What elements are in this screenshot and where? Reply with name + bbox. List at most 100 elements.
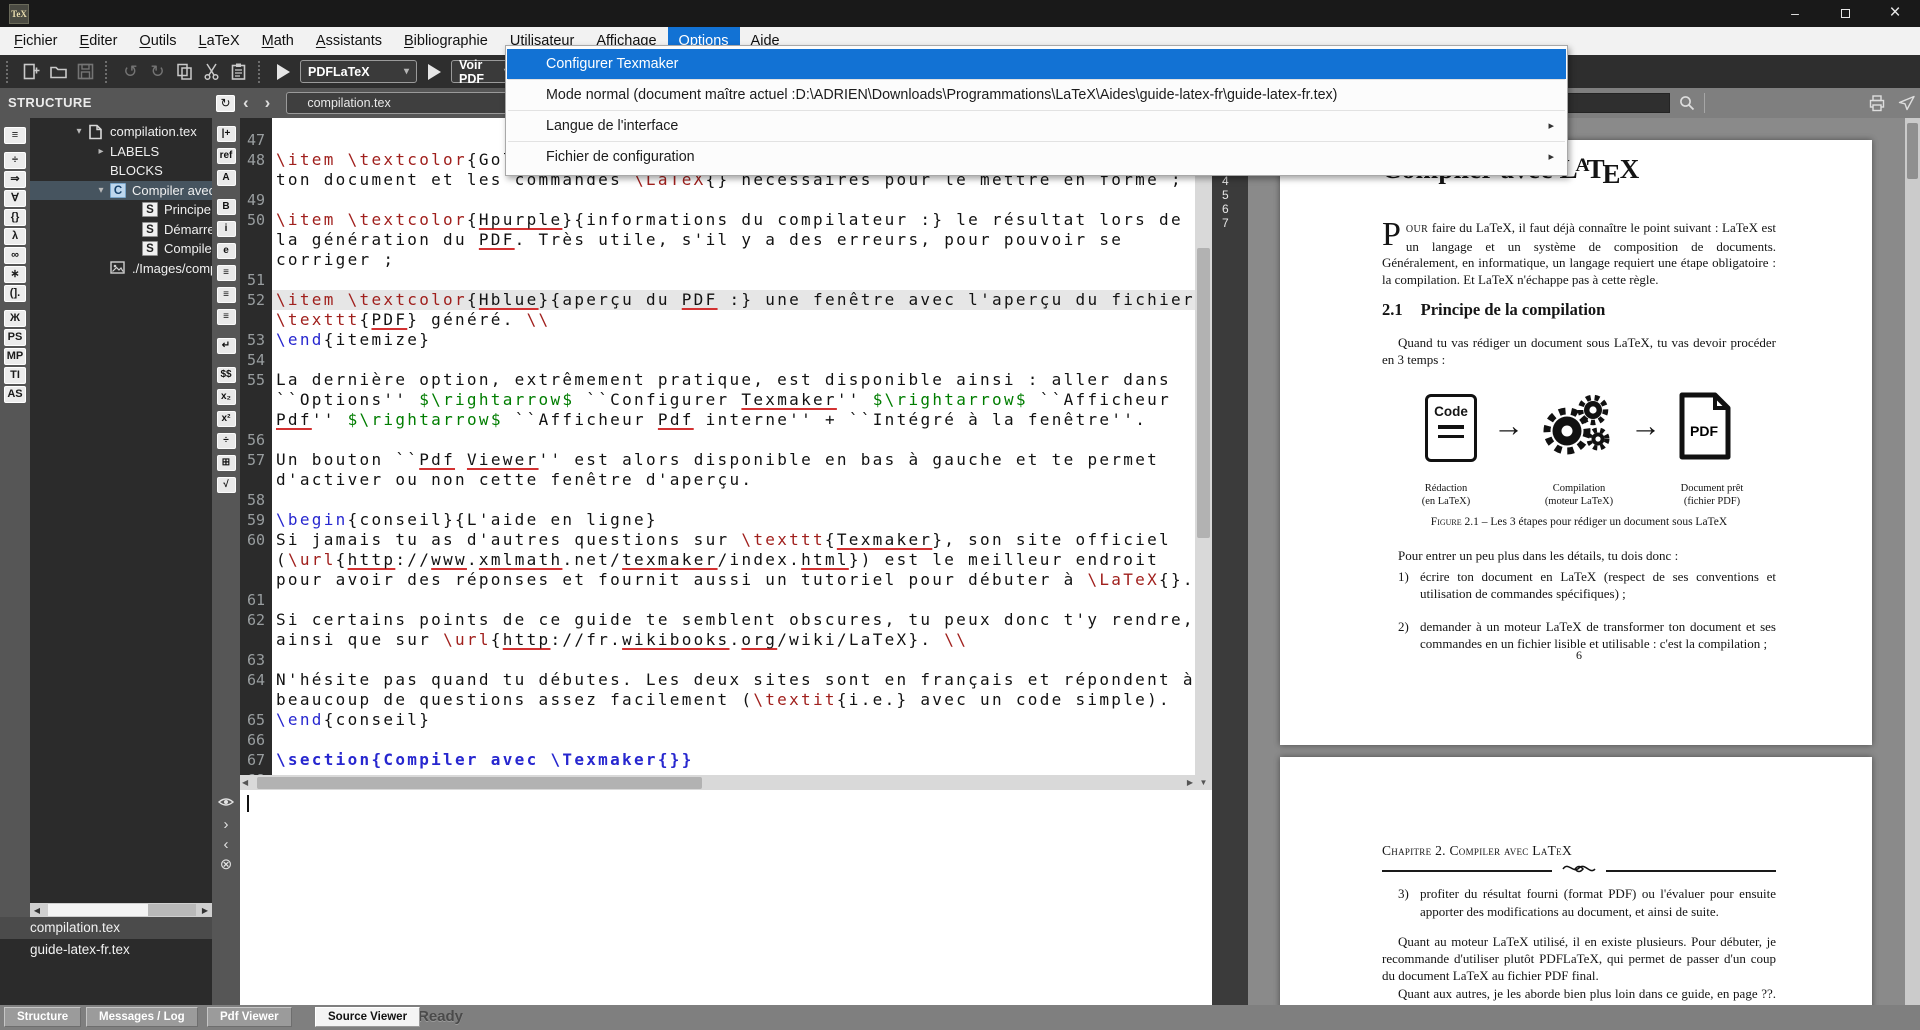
options-menu-item-0[interactable]: Configurer Texmaker — [507, 49, 1566, 79]
italic-icon[interactable]: i — [217, 221, 236, 237]
pstricks-icon[interactable]: PS — [4, 329, 26, 346]
cut-button[interactable] — [198, 59, 225, 85]
pdf-vscrollbar[interactable] — [1905, 118, 1920, 1005]
run-view-button[interactable] — [421, 60, 447, 84]
tree-item[interactable]: BLOCKS — [30, 161, 212, 181]
pdf-page-list-item[interactable]: 4 — [1222, 174, 1248, 188]
editor-vscrollbar[interactable]: ▲ ▼ — [1195, 118, 1212, 790]
font-size-icon[interactable]: A — [217, 170, 236, 186]
minimize-button[interactable]: – — [1770, 0, 1820, 27]
open-file-button[interactable] — [45, 59, 72, 85]
menubar-item-editer[interactable]: Editer — [69, 27, 129, 55]
pdf-page-list-item[interactable]: 6 — [1222, 202, 1248, 216]
scroll-right-icon[interactable]: ▶ — [198, 906, 212, 915]
scrollbar-thumb[interactable] — [1197, 248, 1210, 538]
pdf-page-list-item[interactable]: 5 — [1222, 188, 1248, 202]
tree-item[interactable]: SPrincipe de la — [30, 200, 212, 220]
run-compile-button[interactable] — [270, 60, 296, 84]
statusbar-source-viewer-button[interactable]: Source Viewer — [315, 1007, 420, 1027]
options-menu-item-3[interactable]: Fichier de configuration▸ — [507, 142, 1566, 172]
scroll-down-icon[interactable]: ▼ — [1195, 775, 1212, 790]
external-viewer-icon[interactable] — [1898, 94, 1916, 117]
expand-log-icon[interactable]: › — [224, 815, 229, 835]
metapost-icon[interactable]: MP — [4, 348, 26, 365]
close-log-icon[interactable]: ⊗ — [220, 855, 233, 875]
save-button[interactable] — [72, 59, 99, 85]
collapse-log-icon[interactable]: ‹ — [224, 835, 229, 855]
print-icon[interactable] — [1868, 94, 1886, 117]
new-document-button[interactable] — [18, 59, 45, 85]
open-file-item[interactable]: guide-latex-fr.tex — [0, 939, 212, 961]
tree-caret-icon[interactable]: ▾ — [70, 126, 88, 137]
tree-caret-icon[interactable]: ▸ — [92, 146, 110, 157]
menubar-item-fichier[interactable]: Fichier — [3, 27, 69, 55]
superscript-icon[interactable]: x² — [217, 411, 236, 427]
misc-symbols-icon[interactable]: ∀ — [4, 190, 26, 207]
align-left-icon[interactable]: ≡ — [217, 265, 236, 281]
arrow-symbols-icon[interactable]: ⇒ — [4, 171, 26, 188]
scroll-right-icon[interactable]: ▶ — [1187, 775, 1193, 790]
tree-item[interactable]: ▸LABELS — [30, 142, 212, 162]
asymptote-icon[interactable]: AS — [4, 386, 26, 403]
misc-math-icon[interactable]: ∞ — [4, 247, 26, 264]
tree-item[interactable]: ▾compilation.tex — [30, 122, 212, 142]
scroll-left-icon[interactable]: ◀ — [242, 775, 248, 790]
scroll-left-icon[interactable]: ◀ — [30, 906, 44, 915]
scrollbar-thumb[interactable] — [1907, 123, 1918, 179]
greek-letters-icon[interactable]: λ — [4, 228, 26, 245]
editor-hscrollbar[interactable]: ◀ ▶ — [240, 775, 1195, 790]
tree-item[interactable]: SCompiler ave — [30, 239, 212, 259]
pdf-page-list-item[interactable]: 7 — [1222, 216, 1248, 230]
redo-button[interactable]: ↻ — [144, 59, 171, 85]
undo-button[interactable]: ↺ — [117, 59, 144, 85]
inline-math-icon[interactable]: $$ — [217, 367, 236, 383]
emphasis-icon[interactable]: e — [217, 243, 236, 259]
eye-icon[interactable] — [218, 795, 234, 815]
menubar-item-latex[interactable]: LaTeX — [187, 27, 250, 55]
options-menu-item-1[interactable]: Mode normal (document maître actuel :D:\… — [507, 80, 1566, 110]
statusbar-structure-button[interactable]: Structure — [4, 1007, 81, 1027]
open-file-item[interactable]: compilation.tex — [0, 917, 212, 939]
pdf-page-list[interactable]: 4567 — [1212, 118, 1248, 1005]
tree-caret-icon[interactable]: ▾ — [92, 185, 110, 196]
align-center-icon[interactable]: ≡ — [217, 287, 236, 303]
paste-button[interactable] — [225, 59, 252, 85]
options-menu-item-2[interactable]: Langue de l'interface▸ — [507, 111, 1566, 141]
messages-log-panel[interactable] — [240, 790, 1212, 1005]
fraction-icon[interactable]: ÷ — [217, 433, 236, 449]
relation-symbols-icon[interactable]: ÷ — [4, 152, 26, 169]
copy-button[interactable] — [171, 59, 198, 85]
label-ref-icon[interactable]: ref — [217, 148, 236, 164]
tikz-icon[interactable]: TI — [4, 367, 26, 384]
compile-command-select[interactable]: PDFLaTeX ▾ — [300, 60, 417, 83]
statusbar-messages-log-button[interactable]: Messages / Log — [86, 1007, 198, 1027]
array-icon[interactable]: ⊞ — [217, 455, 236, 471]
menubar-item-outils[interactable]: Outils — [128, 27, 187, 55]
subscript-icon[interactable]: x₂ — [217, 389, 236, 405]
search-icon[interactable] — [1678, 94, 1696, 117]
bold-icon[interactable]: B — [217, 199, 236, 215]
source-editor[interactable]: 4748\item \textcolor{Gold}{codton docume… — [240, 118, 1195, 775]
tree-item[interactable]: ▾CCompiler avec \La — [30, 181, 212, 201]
structure-view-icon[interactable]: ≡ — [4, 127, 26, 144]
insert-icon[interactable]: |+ — [217, 126, 236, 142]
structure-tree-hscrollbar[interactable]: ◀ ▶ — [30, 903, 212, 917]
maximize-button[interactable] — [1820, 0, 1870, 27]
scrollbar-thumb[interactable] — [257, 777, 702, 789]
statusbar-pdf-viewer-button[interactable]: Pdf Viewer — [207, 1007, 292, 1027]
tree-item[interactable]: ./Images/compilat — [30, 259, 212, 279]
next-document-button[interactable]: › — [257, 89, 279, 117]
menubar-item-math[interactable]: Math — [251, 27, 305, 55]
newline-icon[interactable]: ↵ — [217, 338, 236, 354]
menubar-item-assistants[interactable]: Assistants — [305, 27, 393, 55]
cyrillic-chars-icon[interactable]: Ж — [4, 310, 26, 327]
sqrt-icon[interactable]: √ — [217, 477, 236, 493]
scrollbar-thumb[interactable] — [48, 904, 148, 916]
align-right-icon[interactable]: ≡ — [217, 309, 236, 325]
tree-item[interactable]: SDémarrer av — [30, 220, 212, 240]
delimiters-icon[interactable]: {} — [4, 209, 26, 226]
brackets-icon[interactable]: (]. — [4, 285, 26, 302]
close-button[interactable]: × — [1870, 0, 1920, 27]
menubar-item-bibliographie[interactable]: Bibliographie — [393, 27, 499, 55]
special-chars-icon[interactable]: ∗ — [4, 266, 26, 283]
